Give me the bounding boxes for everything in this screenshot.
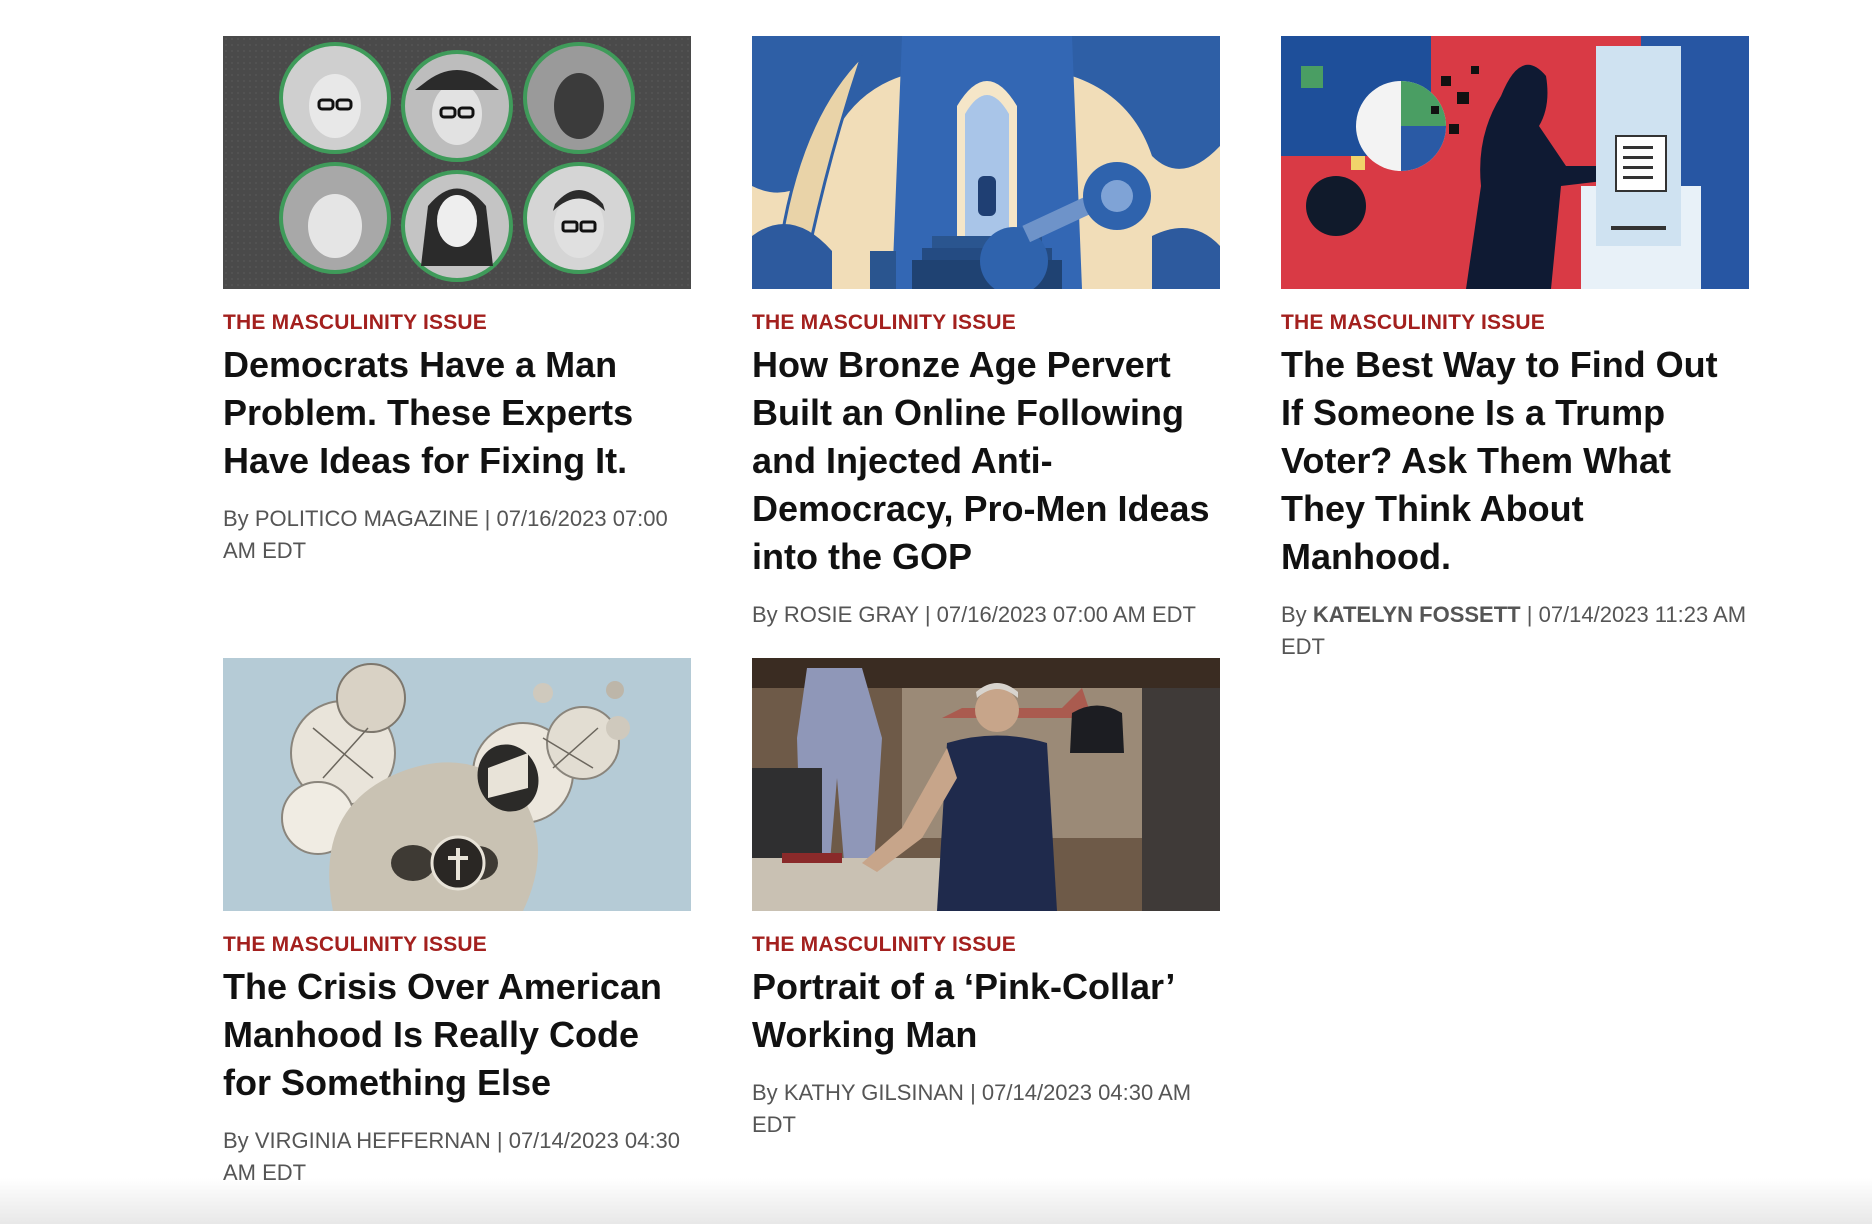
byline-separator: |: [1526, 602, 1533, 627]
section-kicker[interactable]: THE MASCULINITY ISSUE: [223, 933, 487, 957]
bronze-statue-image: [752, 36, 1220, 289]
article-byline: By KATHY GILSINAN | 07/14/2023 04:30 AM …: [752, 1077, 1220, 1141]
article-byline: By ROSIE GRAY | 07/16/2023 07:00 AM EDT: [752, 599, 1220, 631]
byline-prefix: By: [752, 1080, 778, 1105]
article-card: THE MASCULINITY ISSUE How Bronze Age Per…: [752, 36, 1220, 631]
section-kicker[interactable]: THE MASCULINITY ISSUE: [223, 311, 487, 335]
bottom-fade: [0, 1178, 1872, 1224]
author-name: VIRGINIA HEFFERNAN: [254, 1128, 491, 1153]
article-card: THE MASCULINITY ISSUE Democrats Have a M…: [223, 36, 691, 567]
article-thumbnail[interactable]: [752, 658, 1220, 911]
byline-separator: |: [496, 1128, 503, 1153]
section-kicker[interactable]: THE MASCULINITY ISSUE: [1281, 311, 1545, 335]
article-headline[interactable]: The Crisis Over American Manhood Is Real…: [223, 963, 691, 1107]
voter-booth-image: [1281, 36, 1749, 289]
byline-separator: |: [970, 1080, 976, 1105]
article-byline: By KATELYN FOSSETT | 07/14/2023 11:23 AM…: [1281, 599, 1749, 663]
byline-separator: |: [924, 602, 931, 627]
byline-prefix: By: [223, 1128, 249, 1153]
article-thumbnail[interactable]: [752, 36, 1220, 289]
expert-panel-image: [223, 36, 691, 289]
author-name: KATHY GILSINAN: [783, 1080, 964, 1105]
publish-timestamp: 07/16/2023 07:00 AM EDT: [936, 602, 1196, 627]
section-kicker[interactable]: THE MASCULINITY ISSUE: [752, 933, 1016, 957]
byline-prefix: By: [1281, 602, 1307, 627]
author-name: POLITICO MAGAZINE: [254, 506, 479, 531]
section-kicker[interactable]: THE MASCULINITY ISSUE: [752, 311, 1016, 335]
article-byline: By POLITICO MAGAZINE | 07/16/2023 07:00 …: [223, 503, 691, 567]
author-name: ROSIE GRAY: [783, 602, 919, 627]
article-card: THE MASCULINITY ISSUE The Crisis Over Am…: [223, 658, 691, 1189]
skull-collage-image: [223, 658, 691, 911]
article-headline[interactable]: How Bronze Age Pervert Built an Online F…: [752, 341, 1220, 581]
article-thumbnail[interactable]: [223, 658, 691, 911]
article-thumbnail[interactable]: [1281, 36, 1749, 289]
article-card: THE MASCULINITY ISSUE The Best Way to Fi…: [1281, 36, 1749, 663]
article-headline[interactable]: Portrait of a ‘Pink-Collar’ Working Man: [752, 963, 1220, 1059]
byline-prefix: By: [752, 602, 778, 627]
article-thumbnail[interactable]: [223, 36, 691, 289]
byline-prefix: By: [223, 506, 249, 531]
byline-separator: |: [484, 506, 491, 531]
working-man-image: [752, 658, 1220, 911]
article-headline[interactable]: The Best Way to Find Out If Someone Is a…: [1281, 341, 1749, 581]
author-name[interactable]: KATELYN FOSSETT: [1313, 602, 1521, 627]
article-headline[interactable]: Democrats Have a Man Problem. These Expe…: [223, 341, 691, 485]
article-card: THE MASCULINITY ISSUE Portrait of a ‘Pin…: [752, 658, 1220, 1141]
